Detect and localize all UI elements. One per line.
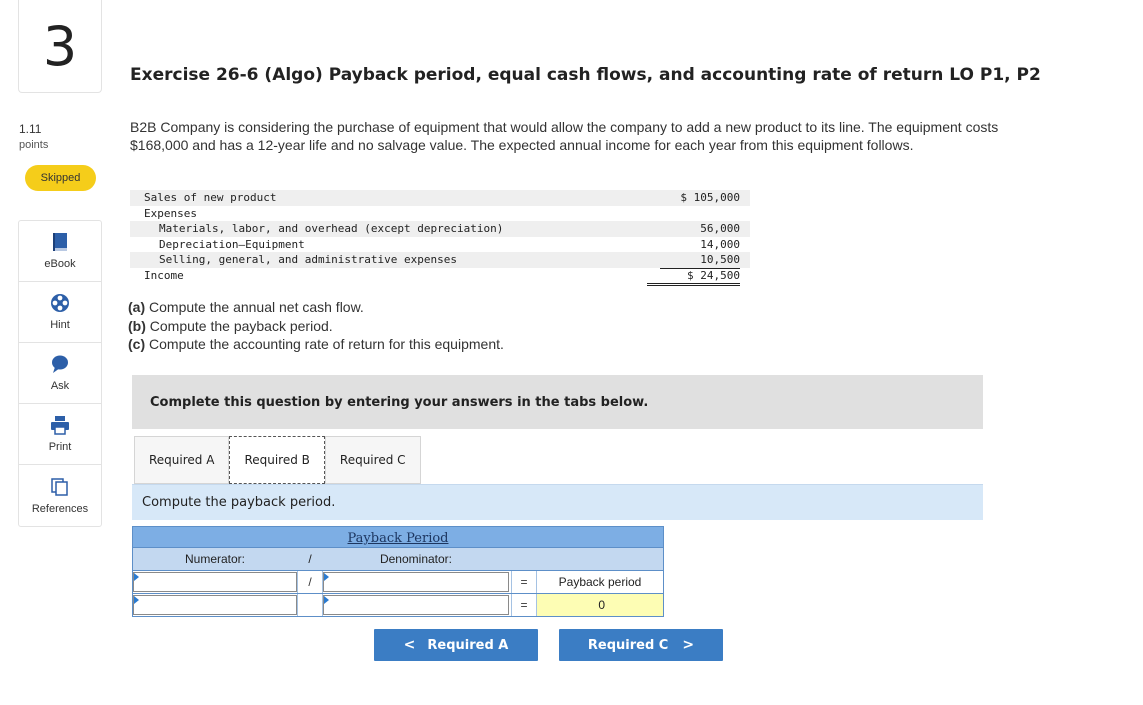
print-label: Print <box>48 441 72 453</box>
expenses-label: Expenses <box>144 206 197 220</box>
selling-row: Selling, general, and administrative exp… <box>130 252 750 269</box>
book-icon <box>53 233 67 251</box>
denominator-input-1[interactable] <box>323 572 509 592</box>
task-prompt-bar: Compute the payback period. <box>132 484 983 520</box>
part-c: (c) Compute the accounting rate of retur… <box>128 336 504 352</box>
income-amount: $ 24,500 <box>647 268 740 286</box>
references-icon <box>51 477 68 496</box>
payback-period-value: 0 <box>537 594 663 616</box>
numerator-input-2[interactable] <box>133 595 297 615</box>
points-label: points <box>19 139 49 151</box>
depreciation-amount: 14,000 <box>700 237 740 251</box>
income-row: Income $ 24,500 <box>130 268 750 286</box>
prev-button-label: Required A <box>427 637 509 653</box>
references-label: References <box>31 502 89 515</box>
part-b: (b) Compute the payback period. <box>128 317 333 334</box>
materials-amount: 56,000 <box>700 222 740 235</box>
hint-button[interactable]: Hint <box>19 282 101 343</box>
payback-row-1: / = Payback period <box>132 571 664 594</box>
income-statement: Sales of new product $ 105,000 Expenses … <box>130 190 750 286</box>
payback-table: Payback Period Numerator: / Denominator:… <box>132 526 664 617</box>
question-parts: (a) Compute the annual net cash flow. (b… <box>128 298 504 354</box>
ebook-label: eBook <box>44 258 76 270</box>
income-label: Income <box>144 268 184 282</box>
points-value: 1.11 <box>19 122 42 136</box>
instructions-banner: Complete this question by entering your … <box>132 375 983 429</box>
selling-amount: 10,500 <box>660 252 740 269</box>
numerator-input-1[interactable] <box>133 572 297 592</box>
next-required-c-button[interactable]: Required C > <box>559 629 723 661</box>
materials-row: Materials, labor, and overhead (except d… <box>130 221 750 237</box>
depreciation-label: Depreciation—Equipment <box>159 237 305 251</box>
task-prompt: Compute the payback period. <box>142 495 336 510</box>
numerator-header: Numerator: <box>184 552 246 566</box>
exercise-title: Exercise 26-6 (Algo) Payback period, equ… <box>130 65 1041 85</box>
expenses-row: Expenses <box>130 206 750 222</box>
tab-required-a[interactable]: Required A <box>134 436 230 484</box>
print-button[interactable]: Print <box>19 404 101 465</box>
payback-table-subheader: Numerator: / Denominator: <box>132 548 664 571</box>
payback-table-header: Payback Period <box>132 526 664 548</box>
depreciation-row: Depreciation—Equipment 14,000 <box>130 237 750 253</box>
selling-label: Selling, general, and administrative exp… <box>159 253 458 266</box>
hint-label: Hint <box>50 319 70 331</box>
exercise-intro: B2B Company is considering the purchase … <box>130 119 999 153</box>
ask-button[interactable]: Ask <box>19 343 101 404</box>
equals-symbol-2: = <box>511 594 537 616</box>
printer-icon <box>51 416 69 435</box>
ebook-button[interactable]: eBook <box>19 221 101 282</box>
instructions-text: Complete this question by entering your … <box>150 394 649 410</box>
status-badge: Skipped <box>25 165 96 191</box>
payback-period-label: Payback period <box>558 575 642 589</box>
prev-required-a-button[interactable]: < Required A <box>374 629 538 661</box>
references-button[interactable]: References <box>19 465 101 526</box>
hint-icon <box>51 294 69 312</box>
sales-amount: $ 105,000 <box>680 191 740 204</box>
divider-spacer <box>297 594 323 616</box>
divider-symbol: / <box>297 571 323 593</box>
tab-required-b[interactable]: Required B <box>229 436 325 484</box>
denominator-header: Denominator: <box>379 552 453 566</box>
chat-bubble-icon <box>52 355 68 373</box>
ask-label: Ask <box>50 380 70 392</box>
question-number: 3 <box>18 0 102 93</box>
payback-row-2: = 0 <box>132 594 664 617</box>
divider-header: / <box>308 552 312 566</box>
materials-label: Materials, labor, and overhead (except d… <box>159 222 504 235</box>
chevron-left-icon: < <box>403 637 416 653</box>
next-button-label: Required C <box>587 637 669 653</box>
sales-row: Sales of new product $ 105,000 <box>130 190 750 206</box>
tab-required-c[interactable]: Required C <box>324 436 421 484</box>
equals-symbol: = <box>511 571 537 593</box>
tab-bar: Required A Required B Required C <box>134 436 421 484</box>
sales-label: Sales of new product <box>144 191 277 204</box>
tool-panel: eBook Hint Ask Print References <box>18 220 102 527</box>
part-a: (a) Compute the annual net cash flow. <box>128 299 364 315</box>
payback-table-title: Payback Period <box>347 531 449 546</box>
chevron-right-icon: > <box>682 637 695 653</box>
denominator-input-2[interactable] <box>323 595 509 615</box>
